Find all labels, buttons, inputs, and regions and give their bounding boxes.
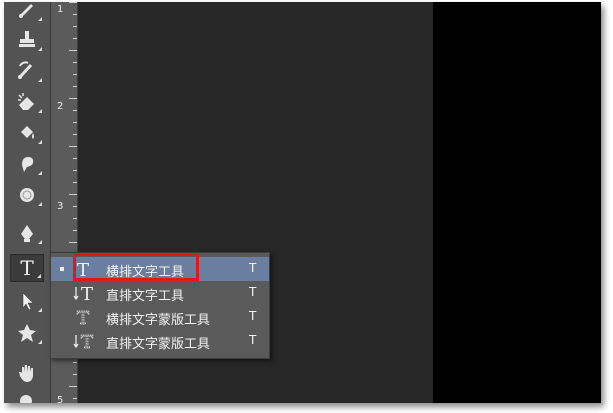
hand-tool-icon[interactable] [10,359,44,387]
pen-tool-icon[interactable] [10,219,44,247]
ruler-tick [73,134,77,135]
eraser-tool-icon[interactable] [10,88,44,116]
type-tool-icon: T [20,256,34,280]
ruler-tick [73,362,77,363]
ruler-tick [69,146,77,147]
ruler-tick [69,194,77,195]
ruler-tick [73,74,77,75]
vertical-type-icon: T [73,283,97,305]
menu-item-shortcut: T [249,333,257,347]
menu-item-label: 直排文字工具 [106,289,185,304]
vertical-type-mask-icon: T [73,331,97,353]
ruler-mark-2: 2 [57,101,64,112]
ruler-tick [69,386,77,387]
ruler-tick [73,218,77,219]
ruler-mark-5: 5 [57,395,64,403]
ruler-tick [73,86,77,87]
ruler-tick [69,50,77,51]
menu-item-horizontal-type-mask-tool[interactable]: T 横排文字蒙版工具 T [51,305,269,330]
ruler-tick [73,170,77,171]
type-tool-flyout-menu: T 横排文字工具 T T 直排文字工具 T T 横排文字蒙版工具 T T 直排文… [50,252,270,359]
menu-item-shortcut: T [249,261,257,275]
svg-text:T: T [77,308,89,327]
blur-tool-icon[interactable] [10,150,44,178]
brush-tool-icon[interactable] [10,2,44,24]
path-selection-tool-icon[interactable] [10,287,44,315]
menu-item-shortcut: T [249,285,257,299]
custom-shape-tool-icon[interactable] [10,319,44,347]
ruler-tick [73,158,77,159]
ruler-tick [73,38,77,39]
photoshop-window: T 1 2 3 4 5 T [4,2,601,403]
ruler-tick [73,26,77,27]
selected-bullet [60,267,64,271]
menu-item-vertical-type-tool[interactable]: T 直排文字工具 T [51,281,269,305]
ruler-tick [73,230,77,231]
svg-text:T: T [77,260,89,279]
ruler-mark-1: 1 [57,4,64,15]
menu-item-horizontal-type-tool[interactable]: T 横排文字工具 T [51,253,269,281]
ruler-tick [73,182,77,183]
ruler-tick [73,122,77,123]
ruler-tick [73,110,77,111]
svg-text:T: T [81,284,93,303]
horizontal-type-mask-icon: T [73,307,97,330]
ruler-tick [73,206,77,207]
document-canvas[interactable] [433,2,601,403]
ruler-tick [69,98,77,99]
ruler-tick [73,14,77,15]
ruler-tick [73,374,77,375]
menu-item-label: 直排文字蒙版工具 [106,337,211,352]
menu-item-label: 横排文字工具 [106,265,185,280]
clone-stamp-tool-icon[interactable] [10,26,44,54]
ruler-tick [69,2,77,3]
menu-item-vertical-type-mask-tool[interactable]: T 直排文字蒙版工具 T [51,329,269,353]
ruler-tick [73,62,77,63]
ruler-tick [73,398,77,399]
dodge-tool-icon[interactable] [10,181,44,209]
paint-bucket-tool-icon[interactable] [10,119,44,147]
svg-text:T: T [81,332,93,351]
history-brush-tool-icon[interactable] [10,57,44,85]
type-tool-button[interactable]: T [10,254,44,282]
ruler-tick [69,242,77,243]
menu-item-shortcut: T [249,309,257,323]
menu-item-label: 横排文字蒙版工具 [106,313,211,328]
ruler-mark-3: 3 [57,201,64,212]
horizontal-type-icon: T [73,259,97,281]
zoom-tool-icon[interactable] [10,388,44,403]
tools-panel: T [4,2,51,403]
